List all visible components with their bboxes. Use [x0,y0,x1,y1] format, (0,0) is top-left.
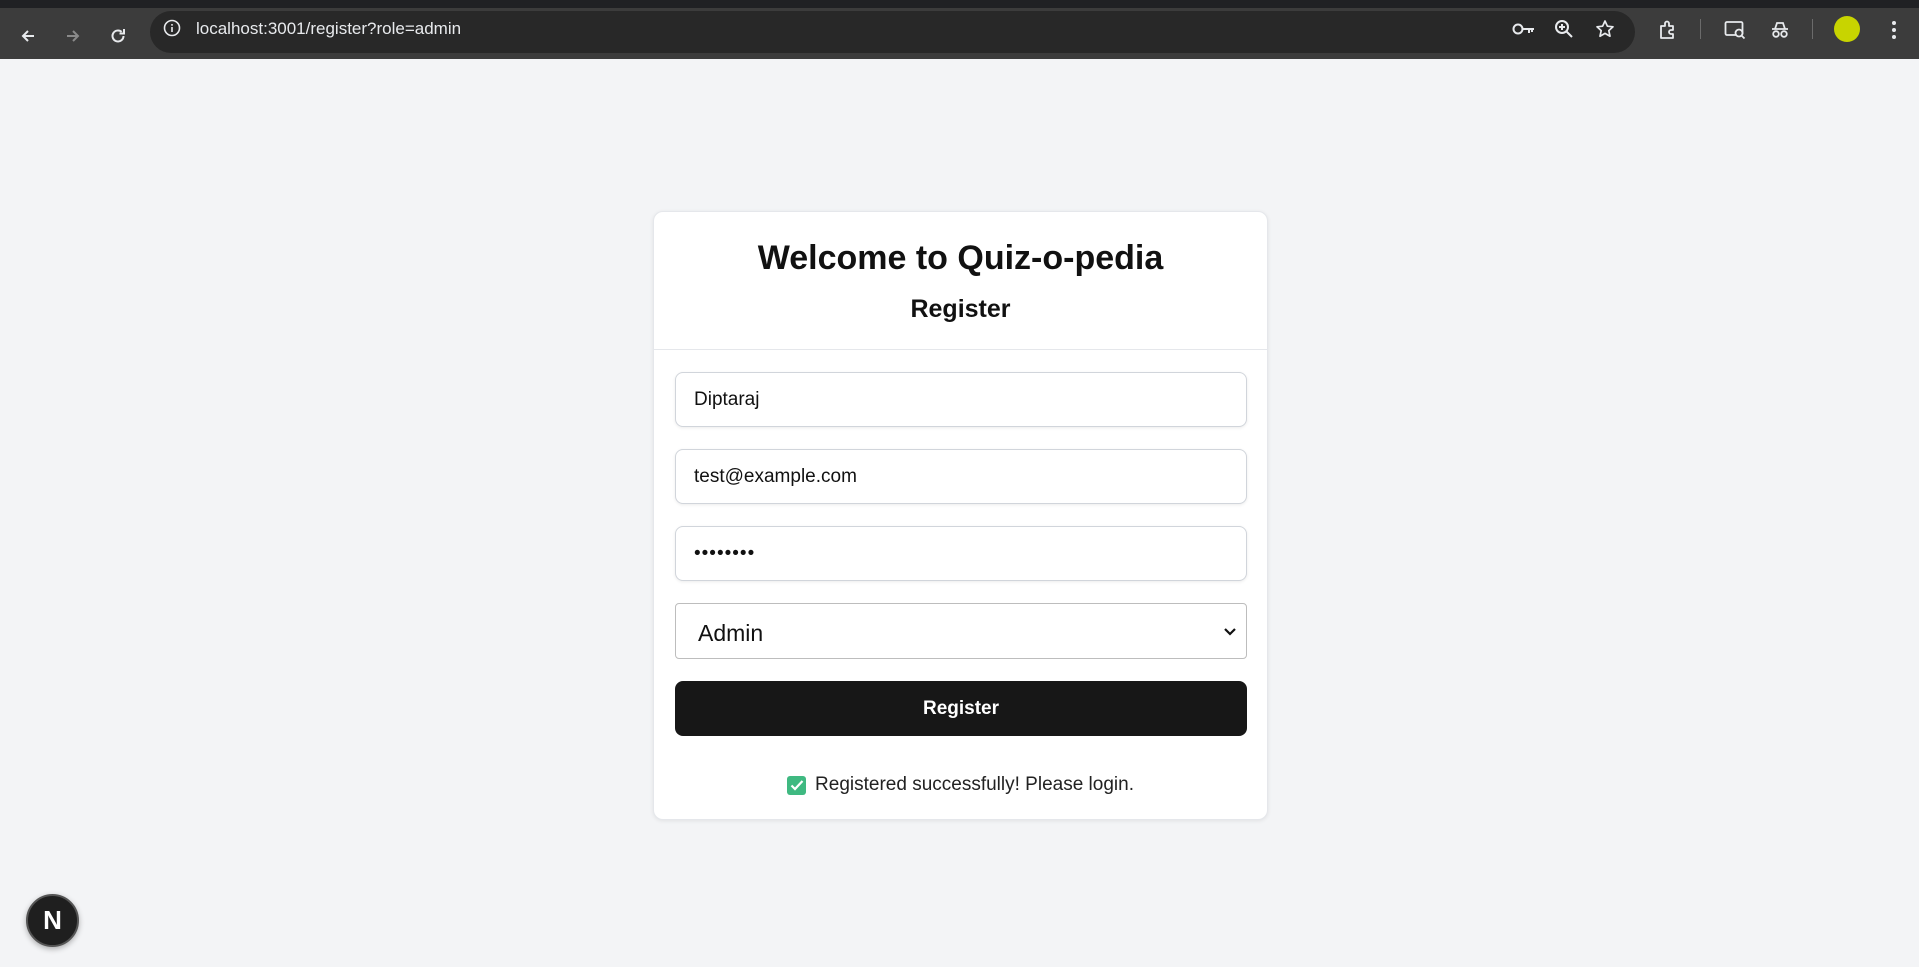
check-mark-icon [787,775,807,795]
bookmark-star-icon[interactable] [1593,17,1617,41]
profile-avatar[interactable] [1834,16,1860,42]
role-select-value: Admin [698,620,764,646]
card-divider [654,349,1267,350]
extensions-icon[interactable] [1655,17,1681,43]
register-button[interactable]: Register [675,681,1247,736]
menu-kebab-icon[interactable] [1881,17,1907,43]
key-icon[interactable] [1512,17,1536,41]
reading-mode-icon[interactable] [1722,17,1748,43]
role-select[interactable]: Admin [675,603,1247,659]
reload-icon[interactable] [104,22,132,50]
nextjs-logo-icon: N [43,905,62,935]
form-subtitle: Register [910,295,1011,323]
password-input[interactable] [675,526,1247,581]
nextjs-dev-badge[interactable]: N [26,894,79,947]
zoom-icon[interactable] [1552,17,1576,41]
chevron-down-icon [1220,622,1240,642]
forward-icon[interactable] [59,22,87,50]
email-input[interactable] [675,449,1247,504]
toolbar-separator [1812,19,1813,39]
site-info-icon[interactable] [160,16,184,40]
incognito-icon[interactable] [1767,17,1793,43]
name-input[interactable] [675,372,1247,427]
success-message-text: Registered successfully! Please login. [815,774,1134,795]
toolbar-separator [1700,19,1701,39]
success-message: Registered successfully! Please login. [654,774,1267,796]
address-url[interactable]: localhost:3001/register?role=admin [196,19,461,39]
register-card: Welcome to Quiz-o-pedia Register Admin R… [653,211,1268,820]
page-title: Welcome to Quiz-o-pedia [757,239,1164,277]
back-icon[interactable] [14,22,42,50]
